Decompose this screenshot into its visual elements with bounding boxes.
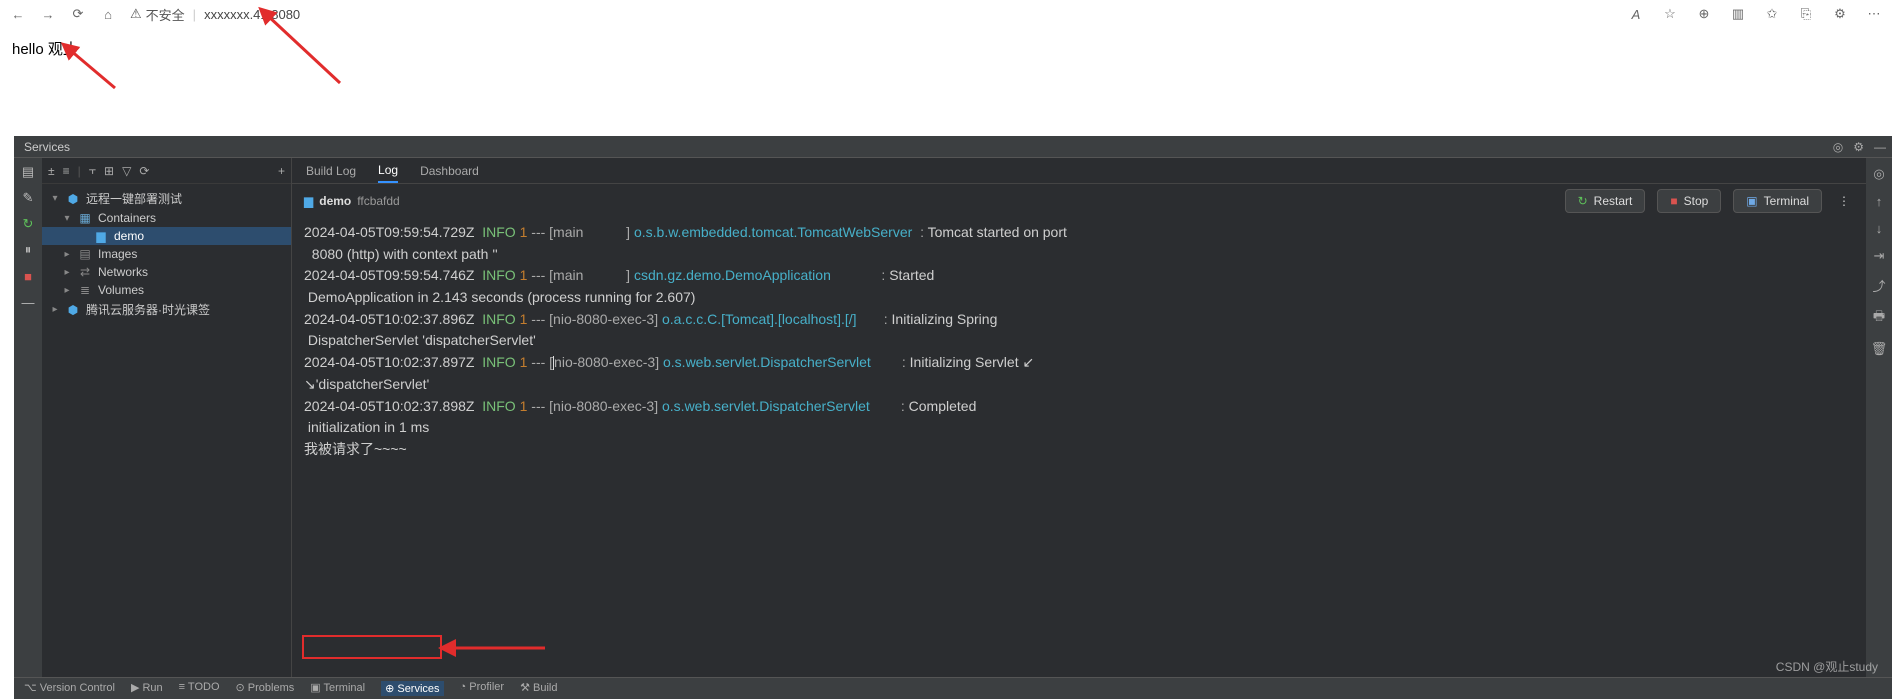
tree-node-networks[interactable]: ▸⇄Networks [42,263,291,281]
insecure-badge[interactable]: ⚠ 不安全 [130,5,185,24]
left-gutter: ▤ ✎ ↻ ⏸ ■ — [14,158,42,677]
wrap-icon[interactable]: ⇥ [1874,248,1885,264]
favorite-icon[interactable]: ☆ [1662,6,1678,22]
down-icon[interactable]: ↓ [1876,221,1883,236]
terminal-button[interactable]: ▣Terminal [1733,189,1822,213]
right-gutter: ◎ ↑ ↓ ⇥ ⤴ 🖶 🗑 [1866,158,1892,677]
status-item[interactable]: ≡ TODO [179,681,220,696]
page-text: hello 观止 [12,41,78,58]
read-aloud-icon[interactable]: A [1628,6,1644,22]
address-wrapper: ⚠ 不安全 | xxxxxxx.41:8080 [130,5,1614,24]
refresh-icon[interactable]: ⟳ [139,164,149,178]
page-body: hello 观止 [0,28,1892,69]
trash-icon[interactable]: 🗑 [1871,341,1888,357]
tree-node-deploy-root[interactable]: ▾⬢远程一键部署测试 [42,188,291,209]
services-tree: ▾⬢远程一键部署测试 ▾▦Containers ▆demo ▸▤Images ▸… [42,184,291,324]
log-line: 8080 (http) with context path '' [304,244,1854,266]
services-tree-panel: ± ≡ | ⫟ ⊞ ▽ ⟳ + ▾⬢远程一键部署测试 ▾▦Containers … [42,158,292,677]
status-item[interactable]: ◔ Profiler [460,681,505,696]
services-main: Build Log Log Dashboard ▆ demo ffcbafdd … [292,158,1866,677]
browser-right-actions: A ☆ ⊕ ▥ ✩ ⎘ ⚙ ⋯ [1628,6,1882,22]
log-line: 2024-04-05T09:59:54.746Z INFO 1 --- [mai… [304,265,1854,287]
favorites-bar-icon[interactable]: ✩ [1764,6,1780,22]
focus-icon[interactable]: ◎ [1833,140,1843,154]
restart-button[interactable]: ↻Restart [1565,189,1646,213]
collections-icon[interactable]: ⎘ [1798,6,1814,22]
status-item[interactable]: ⌥ Version Control [24,681,115,696]
log-line: ↘'dispatcherServlet' [304,374,1854,396]
tab-build-log[interactable]: Build Log [306,160,356,182]
grid-icon[interactable]: ⊞ [104,164,114,178]
log-tabs: Build Log Log Dashboard [292,158,1866,184]
watermark: CSDN @观止study [1776,658,1878,675]
forward-icon[interactable]: → [40,6,56,22]
add-service-icon[interactable]: + [278,164,285,178]
tab-dashboard[interactable]: Dashboard [420,160,479,182]
status-item[interactable]: ⊕ Services [381,681,443,696]
group-icon[interactable]: ⫟ [89,163,96,178]
more-actions-icon[interactable]: ⋮ [1834,194,1854,208]
home-icon[interactable]: ⌂ [100,6,116,22]
status-item[interactable]: ⊙ Problems [236,681,295,696]
panel-title: Services [20,140,70,154]
back-icon[interactable]: ← [10,6,26,22]
extension-icon[interactable]: ⊕ [1696,6,1712,22]
log-line: 2024-04-05T09:59:54.729Z INFO 1 --- [mai… [304,222,1854,244]
ide-panel: Services ◎ ⚙ — ▤ ✎ ↻ ⏸ ■ — ± ≡ | ⫟ ⊞ ▽ ⟳ [14,136,1892,699]
services-titlebar: Services ◎ ⚙ — [14,136,1892,158]
status-item[interactable]: ▶ Run [131,681,163,696]
tree-node-images[interactable]: ▸▤Images [42,245,291,263]
reload-icon[interactable]: ⟳ [70,6,86,22]
container-crumb: ▆ demo ffcbafdd [304,194,400,208]
collapse-all-icon[interactable]: ≡ [63,164,70,178]
toggle-tree-icon[interactable]: ▤ [20,164,36,180]
status-item[interactable]: ⚒ Build [520,681,557,696]
settings-icon[interactable]: ⚙ [1832,6,1848,22]
tree-node-demo[interactable]: ▆demo [42,227,291,245]
log-line: DemoApplication in 2.143 seconds (proces… [304,287,1854,309]
split-view-icon[interactable]: ▥ [1730,6,1746,22]
stop-icon[interactable]: ■ [20,268,36,284]
print-icon[interactable]: 🖶 [1873,307,1885,329]
security-label: 不安全 [146,5,185,24]
up-icon[interactable]: ↑ [1876,194,1883,209]
tree-node-tencent[interactable]: ▸⬢腾讯云服务器·时光课签 [42,299,291,320]
log-line: DispatcherServlet 'dispatcherServlet' [304,330,1854,352]
stop-button[interactable]: ■Stop [1657,189,1721,213]
tree-toolbar: ± ≡ | ⫟ ⊞ ▽ ⟳ + [42,158,291,184]
status-item[interactable]: ▣ Terminal [310,681,365,696]
gear-icon[interactable]: ⚙ [1853,140,1864,154]
minimize-icon[interactable]: — [1874,140,1886,154]
expand-all-icon[interactable]: ± [48,164,55,178]
browser-toolbar: ← → ⟳ ⌂ ⚠ 不安全 | xxxxxxx.41:8080 A ☆ ⊕ ▥ … [0,0,1892,28]
log-line: initialization in 1 ms [304,417,1854,439]
collapse-icon[interactable]: — [20,294,36,310]
log-line: 2024-04-05T10:02:37.896Z INFO 1 --- [nio… [304,309,1854,331]
highlight-box [302,635,442,659]
log-line: 我被请求了~~~~ [304,439,1854,461]
pause-icon[interactable]: ⏸ [20,242,36,258]
tree-node-containers[interactable]: ▾▦Containers [42,209,291,227]
more-icon[interactable]: ⋯ [1866,6,1882,22]
tab-log[interactable]: Log [378,159,398,183]
filter-icon[interactable]: ▽ [122,164,131,178]
tree-node-volumes[interactable]: ▸≣Volumes [42,281,291,299]
ide-statusbar: ⌥ Version Control ▶ Run ≡ TODO ⊙ Problems ▣ … [14,677,1892,699]
log-line: 2024-04-05T10:02:37.898Z INFO 1 --- [nio… [304,396,1854,418]
warning-icon: ⚠ [130,6,142,22]
container-header: ▆ demo ffcbafdd ↻Restart ■Stop ▣Terminal… [292,184,1866,218]
rerun-icon[interactable]: ↻ [20,216,36,232]
address-text[interactable]: xxxxxxx.41:8080 [204,7,300,22]
log-console[interactable]: 2024-04-05T09:59:54.729Z INFO 1 --- [mai… [292,218,1866,677]
eye-icon[interactable]: ◎ [1873,166,1884,182]
edit-icon[interactable]: ✎ [20,190,36,206]
scroll-end-icon[interactable]: ⤴ [1872,276,1885,295]
log-line: 2024-04-05T10:02:37.897Z INFO 1 --- [nio… [304,352,1854,374]
